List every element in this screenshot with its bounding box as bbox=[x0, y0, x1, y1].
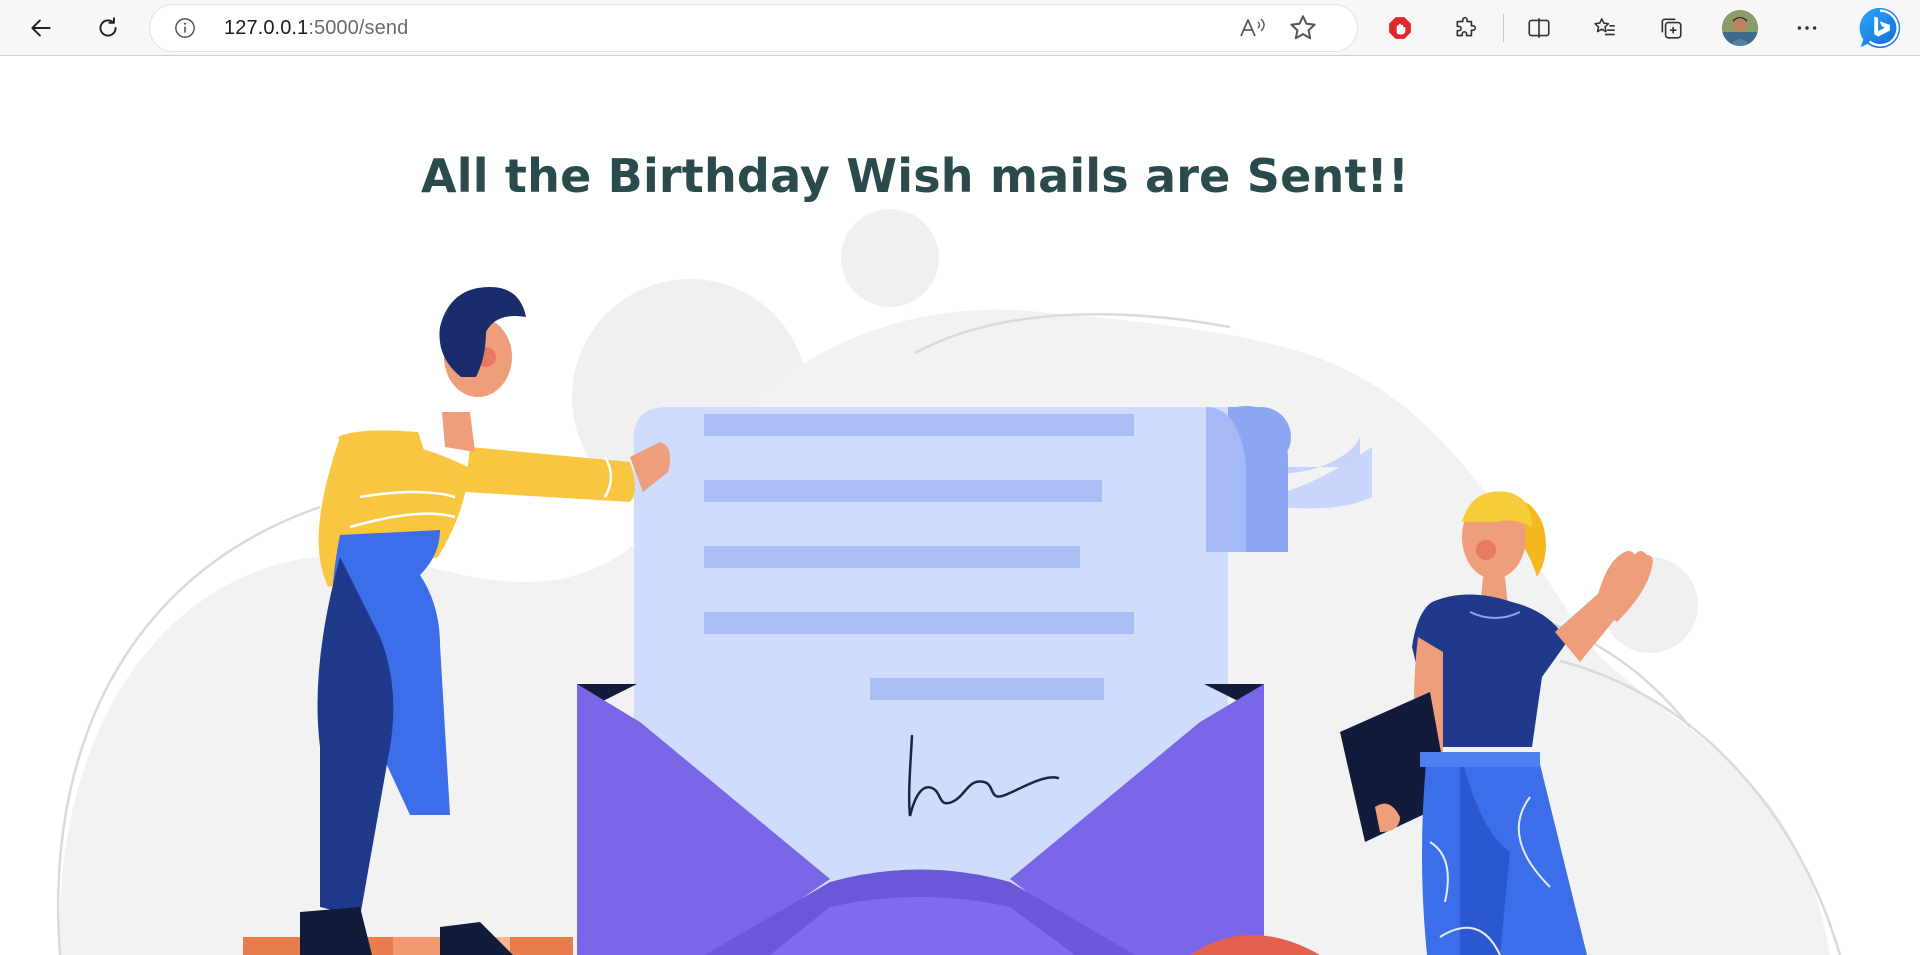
address-bar[interactable]: 127.0.0.1:5000/send bbox=[150, 5, 1357, 51]
favorites-list-icon bbox=[1594, 18, 1615, 36]
split-screen-icon bbox=[1528, 18, 1550, 38]
back-arrow-icon bbox=[31, 19, 51, 37]
bing-icon bbox=[1859, 7, 1901, 49]
copilot-button[interactable] bbox=[1856, 4, 1904, 52]
adblock-icon bbox=[1389, 17, 1411, 39]
read-aloud-icon bbox=[1240, 18, 1265, 37]
refresh-button[interactable] bbox=[87, 7, 129, 49]
browser-toolbar: 127.0.0.1:5000/send bbox=[0, 0, 1920, 56]
favorites-button[interactable] bbox=[1584, 7, 1626, 49]
more-button[interactable] bbox=[1786, 7, 1828, 49]
letter-line bbox=[704, 480, 1102, 502]
url-path: :5000/send bbox=[308, 17, 409, 39]
profile-photo bbox=[1722, 10, 1758, 46]
avatar[interactable] bbox=[1722, 10, 1758, 46]
url-text[interactable]: 127.0.0.1:5000/send bbox=[224, 17, 408, 39]
more-icon bbox=[1797, 26, 1817, 30]
read-aloud-button[interactable] bbox=[1232, 13, 1274, 43]
collections-icon bbox=[1661, 18, 1682, 39]
puzzle-icon bbox=[1456, 16, 1476, 37]
adblock-button[interactable] bbox=[1379, 7, 1421, 49]
extensions-button[interactable] bbox=[1445, 7, 1487, 49]
letter-line bbox=[704, 414, 1134, 436]
letter-line bbox=[870, 678, 1104, 700]
star-icon[interactable] bbox=[1287, 12, 1319, 44]
page-content: All the Birthday Wish mails are Sent!! bbox=[0, 57, 1920, 955]
letter-line bbox=[704, 546, 1080, 568]
split-screen-button[interactable] bbox=[1518, 7, 1560, 49]
info-icon[interactable] bbox=[174, 17, 196, 39]
collections-button[interactable] bbox=[1650, 7, 1692, 49]
back-button[interactable] bbox=[20, 7, 62, 49]
refresh-icon bbox=[99, 17, 117, 37]
letter-line bbox=[704, 612, 1134, 634]
page-title: All the Birthday Wish mails are Sent!! bbox=[420, 149, 1410, 203]
toolbar-separator bbox=[1503, 14, 1504, 42]
url-host: 127.0.0.1 bbox=[224, 17, 309, 39]
